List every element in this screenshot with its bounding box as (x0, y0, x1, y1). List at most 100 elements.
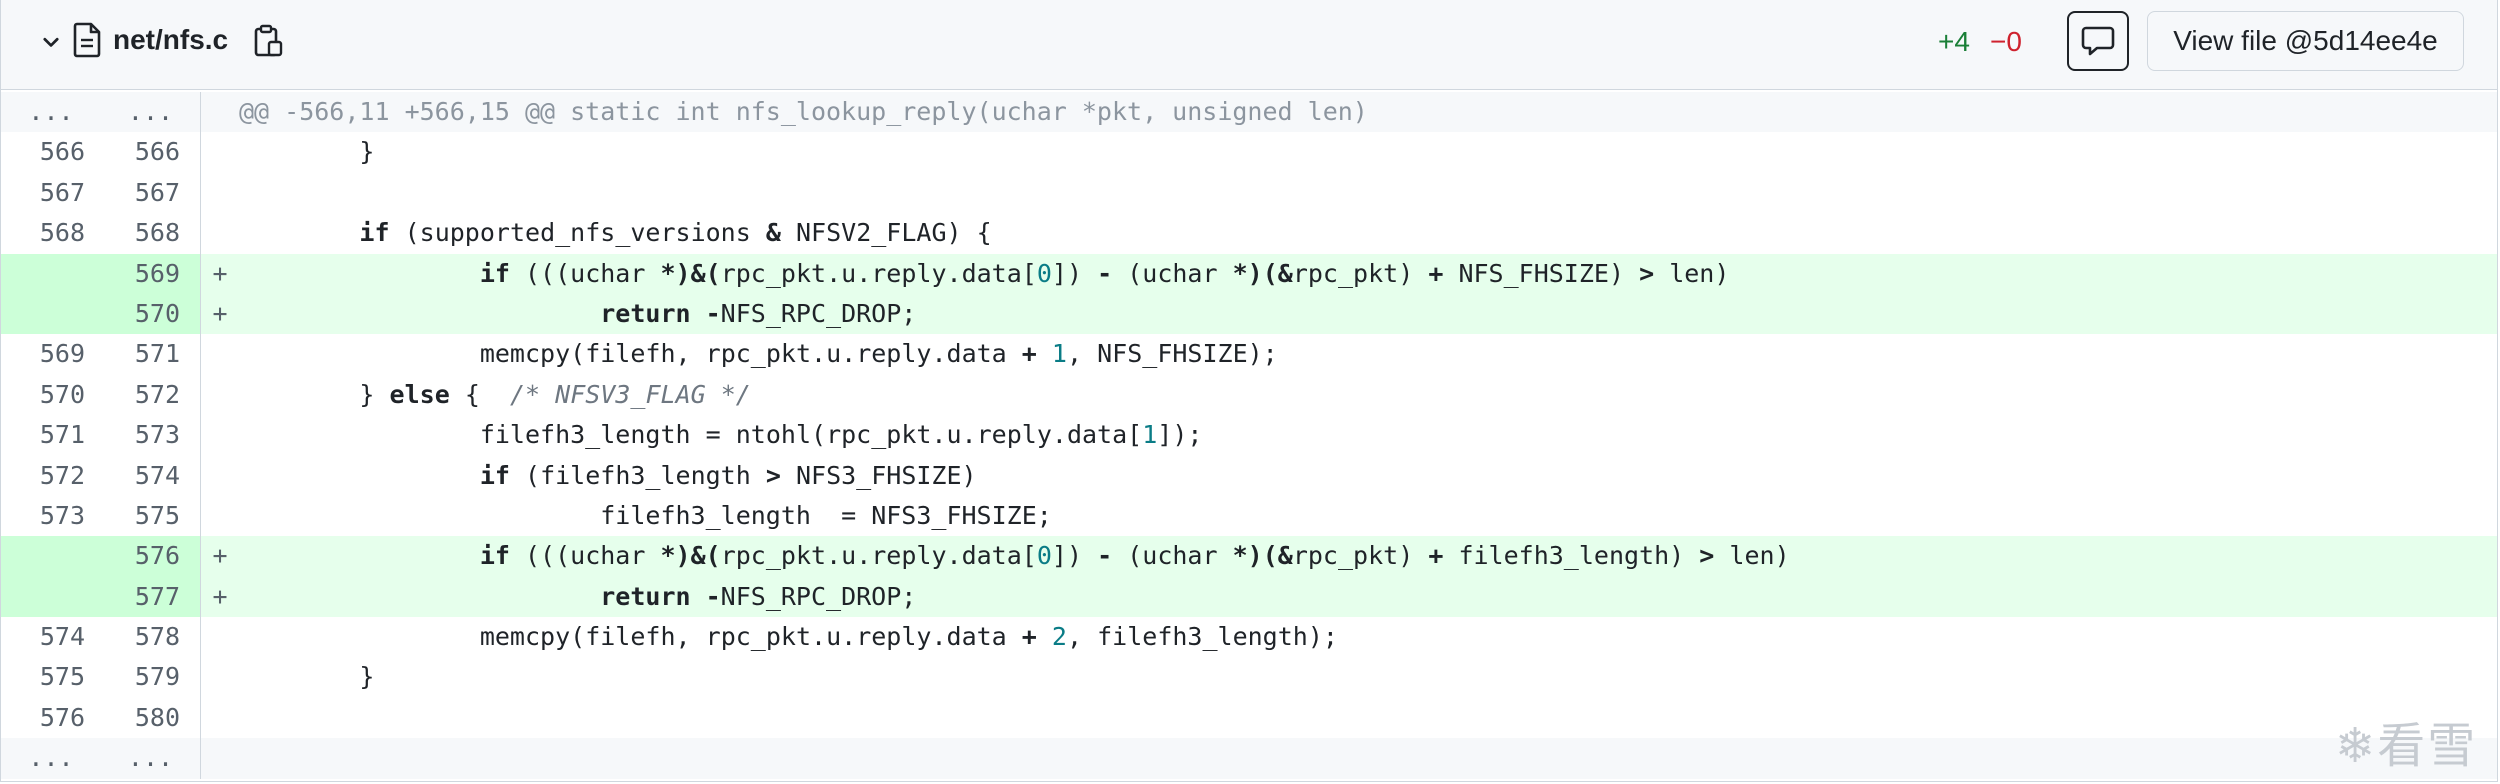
operator: *)(& (1232, 258, 1293, 288)
old-line-number[interactable]: 575 (1, 657, 101, 697)
operator: > (765, 460, 781, 490)
new-line-number[interactable]: 573 (101, 415, 201, 456)
old-line-number[interactable]: 574 (1, 617, 101, 657)
operator: > (1699, 541, 1715, 571)
old-line-number[interactable] (1, 536, 101, 577)
diff-marker: + (212, 581, 228, 611)
number-literal: 0 (1036, 258, 1052, 288)
diff-lines: 566 566 } 567 567 568 568 if (supported_nfs_v… (1, 132, 2497, 739)
diff-line-context[interactable]: 572 574 if (filefh3_length > NFS3_FHSIZE) (1, 455, 2497, 496)
diff-marker (201, 132, 239, 172)
old-line-number[interactable] (1, 576, 101, 618)
new-line-number[interactable]: 576 (101, 536, 201, 577)
old-line-number[interactable]: 571 (1, 415, 101, 455)
hunk-header: @@ -566,11 +566,15 @@ static int nfs_loo… (239, 97, 1368, 126)
diff-line-added[interactable]: 570 + return -NFS_RPC_DROP; (1, 293, 2497, 335)
new-line-number[interactable]: 567 (101, 172, 201, 214)
new-line-number[interactable]: 577 (101, 576, 201, 618)
code-line: memcpy(filefh, rpc_pkt.u.reply.data + 1,… (479, 339, 1278, 369)
old-line-number[interactable] (1, 253, 101, 294)
expand-down-new[interactable]: ... (101, 738, 201, 779)
keyword: if (359, 218, 390, 248)
diff-line-context[interactable]: 567 567 (1, 172, 2497, 214)
code-line: if (((uchar *)&(rpc_pkt.u.reply.data[0])… (479, 541, 1790, 571)
additions-count: +4 (1938, 26, 1970, 57)
diff-line-context[interactable]: 568 568 if (supported_nfs_versions & NFSV… (1, 213, 2497, 254)
diff-line-added[interactable]: 569 + if (((uchar *)&(rpc_pkt.u.reply.dat… (1, 253, 2497, 294)
operator: + (1021, 339, 1037, 369)
copy-icon[interactable] (253, 24, 283, 58)
old-line-number[interactable]: 570 (1, 375, 101, 415)
keyword: return (600, 581, 691, 611)
operator: *)(& (1232, 541, 1293, 571)
new-line-number[interactable]: 572 (101, 374, 201, 416)
keyword: return (600, 298, 691, 328)
diff-marker (201, 698, 239, 738)
new-line-number[interactable]: 571 (101, 334, 201, 375)
old-line-number[interactable]: 568 (1, 213, 101, 253)
keyword: if (479, 258, 510, 288)
hunk-header-row[interactable]: ... ... @@ -566,11 +566,15 @@ static int… (1, 92, 2497, 133)
file-name[interactable]: net/nfs.c (113, 20, 228, 60)
new-line-number[interactable]: 566 (101, 132, 201, 173)
diff-marker: + (212, 298, 228, 328)
old-line-number[interactable]: 567 (1, 173, 101, 213)
diff-line-context[interactable]: 570 572 } else { /* NFSV3_FLAG */ (1, 374, 2497, 416)
hunk-footer-row[interactable]: ... ... (1, 738, 2497, 779)
comment-icon (2081, 26, 2115, 56)
number-literal: 1 (1051, 339, 1067, 369)
new-line-number[interactable]: 578 (101, 617, 201, 658)
diff-line-added[interactable]: 577 + return -NFS_RPC_DROP; (1, 576, 2497, 618)
new-line-number[interactable]: 575 (101, 495, 201, 537)
expand-up-old[interactable]: ... (1, 92, 101, 133)
old-line-number[interactable]: 576 (1, 698, 101, 738)
keyword: if (479, 541, 510, 571)
diff-marker: + (212, 258, 228, 288)
operator: - (1097, 258, 1113, 288)
hunk-footer (239, 738, 2497, 778)
new-line-number[interactable]: 574 (101, 455, 201, 496)
code-line: } else { /* NFSV3_FLAG */ (359, 379, 751, 409)
code-line: } (359, 137, 375, 167)
comment-button[interactable] (2067, 11, 2129, 71)
new-line-number[interactable]: 570 (101, 293, 201, 335)
code-line: filefh3_length = NFS3_FHSIZE; (600, 500, 1052, 530)
file-header: net/nfs.c +4 −0 View file @5d14ee4e (1, 0, 2497, 90)
diff-line-context[interactable]: 571 573 filefh3_length = ntohl(rpc_pkt.u.… (1, 415, 2497, 456)
diff-line-context[interactable]: 566 566 } (1, 132, 2497, 173)
old-line-number[interactable]: 569 (1, 334, 101, 374)
diff-marker: + (212, 541, 228, 571)
code-comment: /* NFSV3_FLAG */ (510, 379, 751, 409)
old-line-number[interactable] (1, 293, 101, 335)
number-literal: 2 (1051, 622, 1067, 652)
code-line: if (((uchar *)&(rpc_pkt.u.reply.data[0])… (479, 258, 1730, 288)
diff-line-context[interactable]: 575 579 } (1, 657, 2497, 698)
diff-marker (201, 738, 239, 778)
file-icon (73, 22, 101, 58)
number-literal: 1 (1142, 420, 1158, 450)
old-line-number[interactable]: 573 (1, 496, 101, 536)
view-file-button[interactable]: View file @5d14ee4e (2147, 11, 2464, 71)
new-line-number[interactable]: 568 (101, 213, 201, 254)
code-line: if (supported_nfs_versions & NFSV2_FLAG)… (359, 218, 992, 248)
keyword: else (389, 379, 450, 409)
diff-marker (201, 173, 239, 213)
diff-line-context[interactable]: 576 580 (1, 697, 2497, 739)
expand-up-new[interactable]: ... (101, 92, 201, 133)
diff-marker (201, 456, 239, 496)
operator: + (1428, 541, 1444, 571)
expand-down-old[interactable]: ... (1, 738, 101, 779)
diff-line-context[interactable]: 574 578 memcpy(filefh, rpc_pkt.u.reply.da… (1, 617, 2497, 658)
new-line-number[interactable]: 569 (101, 253, 201, 294)
diff-marker (201, 213, 239, 253)
old-line-number[interactable]: 572 (1, 456, 101, 496)
diff-line-context[interactable]: 573 575 filefh3_length = NFS3_FHSIZE; (1, 495, 2497, 537)
old-line-number[interactable]: 566 (1, 132, 101, 172)
operator: *)&( (660, 541, 721, 571)
diff-line-added[interactable]: 576 + if (((uchar *)&(rpc_pkt.u.reply.dat… (1, 536, 2497, 577)
new-line-number[interactable]: 579 (101, 657, 201, 698)
chevron-down-icon[interactable] (37, 28, 65, 56)
new-line-number[interactable]: 580 (101, 697, 201, 739)
diff-line-context[interactable]: 569 571 memcpy(filefh, rpc_pkt.u.reply.da… (1, 334, 2497, 375)
